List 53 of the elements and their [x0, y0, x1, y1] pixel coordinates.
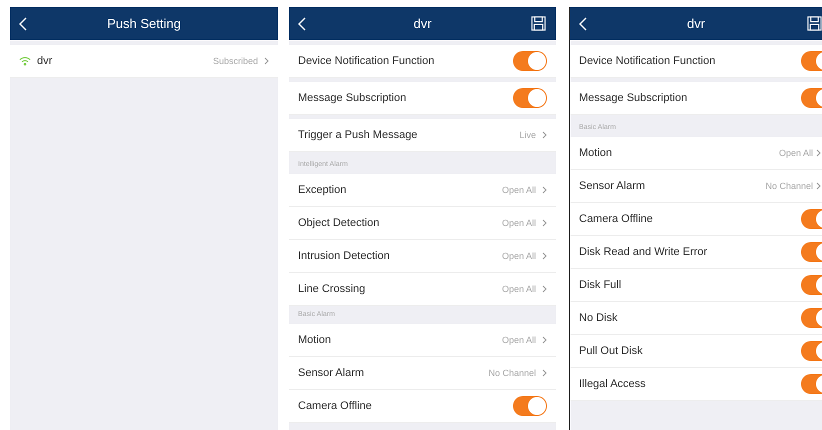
setting-label[interactable]: Motion [298, 334, 502, 346]
back-icon[interactable] [579, 17, 587, 31]
chevron-icon [816, 149, 821, 157]
status-text: Subscribed [212, 56, 258, 66]
setting-label: Message Subscription [298, 92, 408, 104]
chevron-icon [542, 186, 547, 194]
save-icon[interactable] [807, 16, 822, 31]
screen-title: dvr [412, 16, 433, 31]
setting-label: Illegal Access [579, 378, 647, 390]
setting-value: Open All [502, 218, 536, 228]
chevron-icon [264, 57, 269, 65]
setting-label[interactable]: Exception [298, 184, 502, 196]
setting-label: Device Notification Function [298, 55, 436, 67]
back-icon[interactable] [19, 17, 27, 31]
setting-value: Open All [502, 185, 536, 195]
chevron-icon [816, 182, 821, 190]
setting-label: Camera Offline [298, 400, 373, 412]
save-icon[interactable] [531, 16, 546, 31]
setting-value: No Channel [488, 368, 536, 378]
back-icon[interactable] [298, 17, 306, 31]
screen-title: Push Setting [106, 16, 182, 31]
setting-value: Open All [778, 148, 813, 158]
setting-label: Camera Offline [579, 213, 654, 225]
chevron-icon [542, 336, 547, 344]
setting-label: Disk Read and Write Error [579, 246, 708, 258]
setting-label: No Disk [579, 312, 619, 324]
chevron-icon [542, 285, 547, 293]
chevron-icon [542, 131, 547, 139]
setting-value: No Channel [765, 181, 813, 191]
setting-label: Disk Full [579, 279, 622, 291]
setting-label[interactable]: Line Crossing [298, 283, 502, 295]
chevron-icon [542, 369, 547, 377]
setting-value: Open All [502, 335, 536, 345]
chevron-icon [542, 252, 547, 260]
setting-label: Message Subscription [579, 92, 688, 104]
toggle-switch[interactable] [513, 396, 547, 416]
setting-label[interactable]: Sensor Alarm [579, 180, 766, 192]
setting-label[interactable]: Object Detection [298, 217, 502, 229]
device-name[interactable]: dvr [37, 55, 213, 67]
toggle-switch[interactable] [513, 51, 547, 71]
setting-label[interactable]: Motion [579, 147, 779, 159]
setting-value: Live [519, 130, 536, 140]
setting-value: Open All [502, 284, 536, 294]
setting-label[interactable]: Trigger a Push Message [298, 129, 520, 141]
setting-label[interactable]: Sensor Alarm [298, 367, 488, 379]
screen-title: dvr [686, 16, 706, 31]
setting-label: Pull Out Disk [579, 345, 644, 357]
setting-label[interactable]: Intrusion Detection [298, 250, 502, 262]
setting-value: Open All [502, 251, 536, 261]
wifi-icon [19, 56, 31, 66]
chevron-icon [542, 219, 547, 227]
toggle-switch[interactable] [513, 88, 547, 108]
setting-label: Device Notification Function [579, 55, 716, 67]
